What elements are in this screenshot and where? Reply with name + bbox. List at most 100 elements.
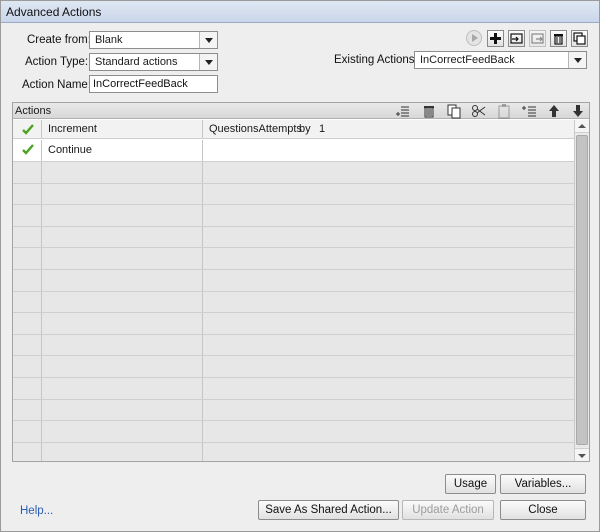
- export-icon[interactable]: [529, 30, 546, 47]
- action-row-header[interactable]: Increment QuestionsAttempts by 1: [13, 120, 574, 139]
- grid-cell[interactable]: [13, 270, 42, 291]
- grid-cell[interactable]: [203, 421, 574, 442]
- create-from-value: Blank: [95, 34, 123, 46]
- scroll-down-arrow-icon[interactable]: [575, 448, 589, 461]
- existing-actions-value: InCorrectFeedBack: [420, 54, 515, 66]
- grid-cell[interactable]: [42, 270, 203, 291]
- grid-cell[interactable]: [13, 205, 42, 226]
- save-as-shared-action-button[interactable]: Save As Shared Action...: [258, 500, 399, 520]
- checkmark-icon: [22, 144, 34, 155]
- grid-cell[interactable]: [13, 356, 42, 377]
- action-row-empty[interactable]: [13, 291, 574, 314]
- add-icon[interactable]: [487, 30, 504, 47]
- grid-cell[interactable]: [13, 334, 42, 356]
- grid-cell[interactable]: [13, 162, 42, 183]
- grid-cell[interactable]: [42, 334, 203, 356]
- target-cell[interactable]: QuestionsAttempts by 1: [203, 120, 574, 138]
- grid-cell[interactable]: [203, 205, 574, 226]
- existing-actions-dropdown[interactable]: InCorrectFeedBack: [414, 51, 587, 69]
- action-row-empty[interactable]: [13, 313, 574, 335]
- variables-button[interactable]: Variables...: [500, 474, 586, 494]
- usage-button[interactable]: Usage: [445, 474, 496, 494]
- grid-cell[interactable]: [42, 205, 203, 226]
- action-row-empty[interactable]: [13, 421, 574, 443]
- scroll-up-arrow-icon[interactable]: [575, 120, 589, 133]
- grid-cell[interactable]: [42, 248, 203, 269]
- grid-cell[interactable]: [13, 421, 42, 442]
- command-cell[interactable]: Increment: [42, 120, 203, 138]
- update-action-button[interactable]: Update Action: [402, 500, 494, 520]
- grid-cell[interactable]: [42, 162, 203, 183]
- grid-cell[interactable]: [42, 378, 203, 399]
- action-row-empty[interactable]: [13, 378, 574, 400]
- action-type-dropdown[interactable]: Standard actions: [89, 53, 218, 71]
- chevron-down-icon: [199, 54, 217, 70]
- create-from-dropdown[interactable]: Blank: [89, 31, 218, 49]
- move-up-icon[interactable]: [546, 103, 562, 119]
- action-row-empty[interactable]: [13, 270, 574, 292]
- delete-row-icon[interactable]: [421, 103, 437, 119]
- grid-cell[interactable]: [13, 442, 42, 461]
- action-row-empty[interactable]: [13, 334, 574, 357]
- action-row-empty[interactable]: [13, 356, 574, 378]
- target-cell[interactable]: [203, 140, 574, 161]
- grid-cell[interactable]: [203, 162, 574, 183]
- delete-icon[interactable]: [550, 30, 567, 47]
- grid-cell[interactable]: [42, 226, 203, 248]
- chevron-down-icon: [568, 52, 586, 68]
- grid-cell[interactable]: [203, 356, 574, 377]
- grid-cell[interactable]: [42, 399, 203, 421]
- grid-cell[interactable]: [42, 291, 203, 313]
- vertical-scrollbar[interactable]: [574, 120, 589, 461]
- preview-icon[interactable]: [466, 30, 482, 46]
- grid-cell[interactable]: [203, 400, 574, 421]
- grid-cell[interactable]: [13, 183, 42, 205]
- action-row-empty[interactable]: [13, 399, 574, 422]
- action-row-empty[interactable]: [13, 442, 574, 461]
- grid-cell[interactable]: [13, 378, 42, 399]
- grid-cell[interactable]: [203, 313, 574, 334]
- paste-icon[interactable]: [496, 103, 512, 119]
- grid-cell[interactable]: [203, 443, 574, 461]
- grid-cell[interactable]: [42, 356, 203, 377]
- grid-cell[interactable]: [13, 226, 42, 248]
- import-icon[interactable]: [508, 30, 525, 47]
- grid-cell[interactable]: [203, 184, 574, 205]
- action-row-empty[interactable]: [13, 183, 574, 206]
- scroll-thumb[interactable]: [576, 135, 588, 445]
- grid-cell[interactable]: [203, 227, 574, 248]
- grid-cell[interactable]: [13, 248, 42, 269]
- action-row-empty[interactable]: [13, 162, 574, 184]
- close-button[interactable]: Close: [500, 500, 586, 520]
- actions-panel-header: Actions: [13, 103, 589, 119]
- command-text: Continue: [48, 144, 93, 156]
- cut-icon[interactable]: [471, 103, 487, 119]
- command-cell[interactable]: Continue: [42, 140, 203, 161]
- grid-cell[interactable]: [203, 248, 574, 269]
- operator-text: by: [299, 123, 311, 135]
- grid-cell[interactable]: [42, 442, 203, 461]
- grid-cell[interactable]: [203, 335, 574, 356]
- action-row-empty[interactable]: [13, 205, 574, 227]
- insert-row-icon[interactable]: [395, 103, 411, 119]
- grid-cell[interactable]: [42, 313, 203, 334]
- action-row-empty[interactable]: [13, 226, 574, 249]
- grid-cell[interactable]: [42, 183, 203, 205]
- help-link[interactable]: Help...: [20, 505, 53, 517]
- duplicate-icon[interactable]: [571, 30, 588, 47]
- move-down-icon[interactable]: [570, 103, 586, 119]
- grid-cell[interactable]: [42, 421, 203, 442]
- copy-icon[interactable]: [446, 103, 462, 119]
- grid-cell[interactable]: [203, 270, 574, 291]
- grid-cell[interactable]: [13, 291, 42, 313]
- grid-cell[interactable]: [203, 378, 574, 399]
- action-row-selected[interactable]: Continue: [13, 140, 574, 162]
- insert-above-icon[interactable]: [521, 103, 537, 119]
- grid-cell[interactable]: [13, 399, 42, 421]
- title-bar: Advanced Actions: [1, 1, 599, 23]
- grid-cell[interactable]: [13, 313, 42, 334]
- grid-cell[interactable]: [203, 292, 574, 313]
- action-name-label: Action Name:: [22, 79, 92, 91]
- action-row-empty[interactable]: [13, 248, 574, 270]
- action-name-input[interactable]: [89, 75, 218, 93]
